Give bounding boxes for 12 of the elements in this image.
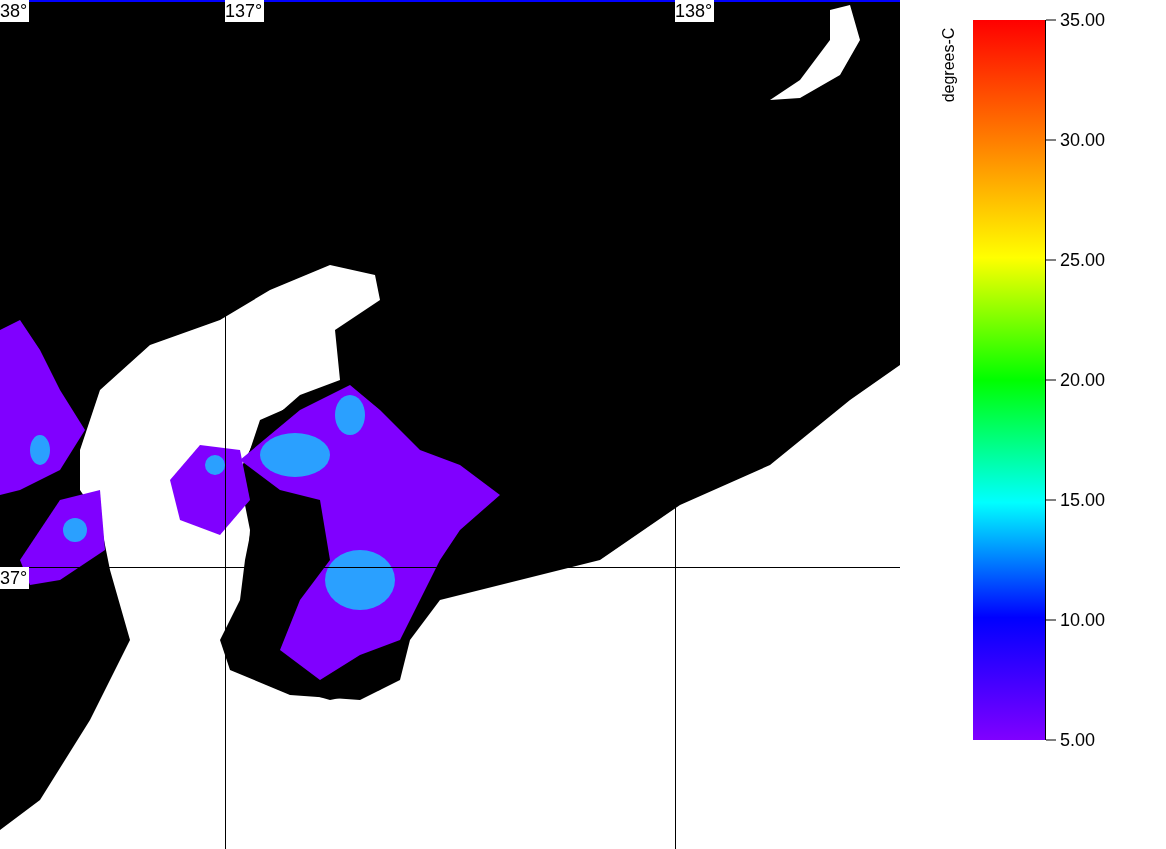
longitude-label: 38° — [0, 0, 30, 22]
colorbar-title: degrees-C — [940, 27, 959, 103]
longitude-label: 138° — [675, 0, 715, 22]
colorbar-tick-label: 5.00 — [1060, 729, 1096, 751]
colorbar-tick-label: 30.00 — [1060, 129, 1106, 151]
colorbar-tick-label: 35.00 — [1060, 9, 1106, 31]
longitude-label: 137° — [225, 0, 265, 22]
colorbar-tick-label: 20.00 — [1060, 369, 1106, 391]
colorbar-tick-label: 25.00 — [1060, 249, 1106, 271]
colorbar-tick-label: 15.00 — [1060, 489, 1106, 511]
latitude-label: 37° — [0, 567, 30, 589]
colorbar-tick-label: 10.00 — [1060, 609, 1106, 631]
